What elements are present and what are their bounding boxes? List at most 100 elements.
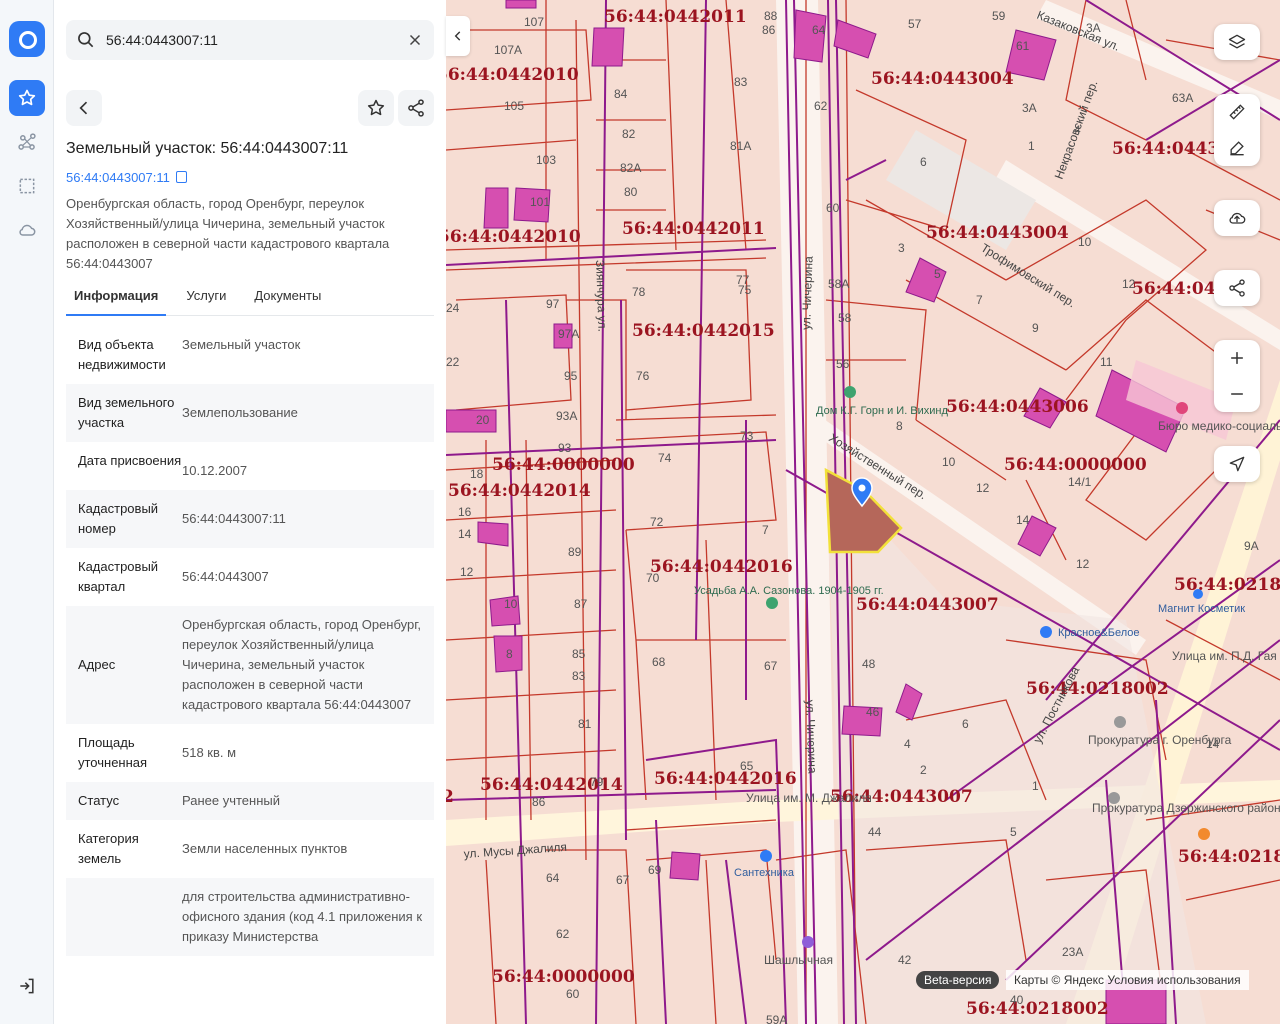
layers-control[interactable]	[1214, 24, 1260, 60]
svg-text:62: 62	[814, 99, 828, 113]
edit-icon	[1230, 141, 1244, 156]
share-button[interactable]	[398, 90, 434, 126]
svg-text:58: 58	[838, 311, 852, 325]
app-logo[interactable]	[9, 21, 45, 57]
svg-text:20: 20	[476, 413, 490, 427]
logout-rail-button[interactable]	[9, 968, 45, 1004]
svg-text:85: 85	[572, 647, 586, 661]
favorite-button[interactable]	[358, 90, 394, 126]
svg-text:46: 46	[866, 705, 880, 719]
close-icon[interactable]	[406, 31, 424, 49]
left-rail	[0, 0, 54, 1024]
star-icon	[367, 99, 385, 116]
map-canvas[interactable]: 56:44:0442011 56:44:0442010 56:44:044300…	[446, 0, 1280, 1024]
beta-badge: Beta-версия	[916, 971, 1000, 989]
row-value: 56:44:0443007	[182, 569, 269, 584]
cloud-rail-button[interactable]	[9, 212, 45, 248]
cadastral-number-text[interactable]: 56:44:0443007:11	[66, 170, 170, 185]
tab-documents[interactable]: Документы	[246, 282, 329, 316]
shop-icon	[760, 850, 772, 862]
upload-control[interactable]	[1214, 200, 1260, 236]
svg-text:74: 74	[658, 451, 672, 465]
svg-text:83: 83	[734, 75, 748, 89]
svg-text:88: 88	[764, 9, 778, 23]
row-value: 56:44:0443007:11	[182, 511, 286, 526]
collapse-panel-button[interactable]	[446, 16, 470, 56]
cad-label: 56:44:0442015	[632, 321, 775, 341]
svg-text:56: 56	[836, 357, 850, 371]
cad-label: 56:44:04	[1132, 279, 1216, 299]
svg-text:103: 103	[536, 153, 556, 167]
row-key: Дата присвоения	[78, 453, 182, 468]
svg-text:44: 44	[868, 825, 882, 839]
favorites-rail-button[interactable]	[9, 80, 45, 116]
svg-text:5: 5	[1010, 825, 1017, 839]
share-map-button[interactable]	[1214, 270, 1260, 306]
info-row: Вид объекта недвижимости Земельный участо…	[66, 326, 434, 384]
svg-text:3А: 3А	[1022, 101, 1037, 115]
restaurant-icon	[802, 936, 814, 948]
tab-information[interactable]: Информация	[66, 282, 167, 316]
info-row: Площадь уточненная 518 кв. м	[66, 724, 434, 782]
area-select-rail-button[interactable]	[9, 168, 45, 204]
map-view[interactable]: 56:44:0442011 56:44:0442010 56:44:044300…	[446, 0, 1280, 1024]
info-row: Адрес Оренбургская область, город Оренбур…	[66, 606, 434, 724]
zoom-in-button[interactable]	[1214, 340, 1260, 376]
search-input[interactable]: 56:44:0443007:11	[106, 32, 218, 48]
cad-label: 56:44:0442014	[448, 481, 591, 501]
upload-button[interactable]	[1214, 200, 1260, 236]
svg-text:107: 107	[524, 15, 544, 29]
row-key: Адрес	[78, 657, 116, 672]
row-key: Кадастровый номер	[78, 501, 159, 536]
search-icon	[78, 32, 94, 48]
svg-text:3: 3	[898, 241, 905, 255]
shop-icon	[1193, 589, 1203, 599]
government-icon	[1114, 716, 1126, 728]
svg-text:59А: 59А	[766, 1013, 787, 1024]
search-box[interactable]: 56:44:0443007:11	[66, 20, 434, 60]
svg-text:83: 83	[572, 669, 586, 683]
edit-button[interactable]	[1214, 130, 1260, 166]
poi-label: Сантехника	[734, 867, 795, 879]
svg-text:40: 40	[1010, 993, 1024, 1007]
tab-services[interactable]: Услуги	[178, 282, 234, 316]
layers-button[interactable]	[1214, 24, 1260, 60]
zoom-control	[1214, 340, 1260, 412]
map-attribution[interactable]: Карты © Яндекс Условия использования	[1006, 970, 1249, 990]
svg-text:82: 82	[622, 127, 636, 141]
street-label: ул. Чичерина	[799, 256, 816, 330]
svg-text:12: 12	[1122, 277, 1136, 291]
svg-text:2: 2	[920, 763, 927, 777]
ruler-button[interactable]	[1214, 94, 1260, 130]
poi-label: Дом К.Г. Горн и И. Вихинд	[816, 405, 949, 417]
svg-text:63А: 63А	[1172, 91, 1193, 105]
poi-label: Шашлычная	[764, 953, 833, 967]
cad-label: 56:44:0442010	[446, 227, 581, 247]
navigation-arrow-icon	[1229, 456, 1245, 472]
tab-bar: Информация Услуги Документы	[66, 282, 434, 316]
app-root: 56:44:0443007:11 Земельный участок: 56:4…	[0, 0, 1280, 1024]
svg-text:72: 72	[650, 515, 664, 529]
geolocation-control[interactable]	[1214, 446, 1260, 482]
copy-icon[interactable]	[175, 171, 187, 183]
poi-label: Улица им. П.Д. Гая	[1172, 649, 1277, 663]
cad-label: 56:44:0000000	[1004, 455, 1147, 475]
zoom-out-button[interactable]	[1214, 376, 1260, 412]
food-icon	[1198, 828, 1210, 840]
row-key: Вид земельного участка	[78, 395, 175, 430]
svg-text:12: 12	[460, 565, 474, 579]
geolocation-button[interactable]	[1214, 446, 1260, 482]
row-value: Оренбургская область, город Оренбург, пе…	[182, 617, 421, 712]
cad-label: 56:44:0442010	[446, 65, 579, 85]
route-rail-button[interactable]	[9, 124, 45, 160]
svg-text:76: 76	[636, 369, 650, 383]
info-row: для строительства административно-офисно…	[66, 878, 434, 956]
cadastral-number-link[interactable]: 56:44:0443007:11	[66, 170, 187, 185]
share-map-control[interactable]	[1214, 270, 1260, 306]
back-button[interactable]	[66, 90, 102, 126]
ruler-icon	[1229, 104, 1245, 120]
svg-text:68: 68	[652, 655, 666, 669]
svg-text:84: 84	[614, 87, 628, 101]
share-icon	[408, 99, 424, 117]
svg-text:86: 86	[762, 23, 776, 37]
